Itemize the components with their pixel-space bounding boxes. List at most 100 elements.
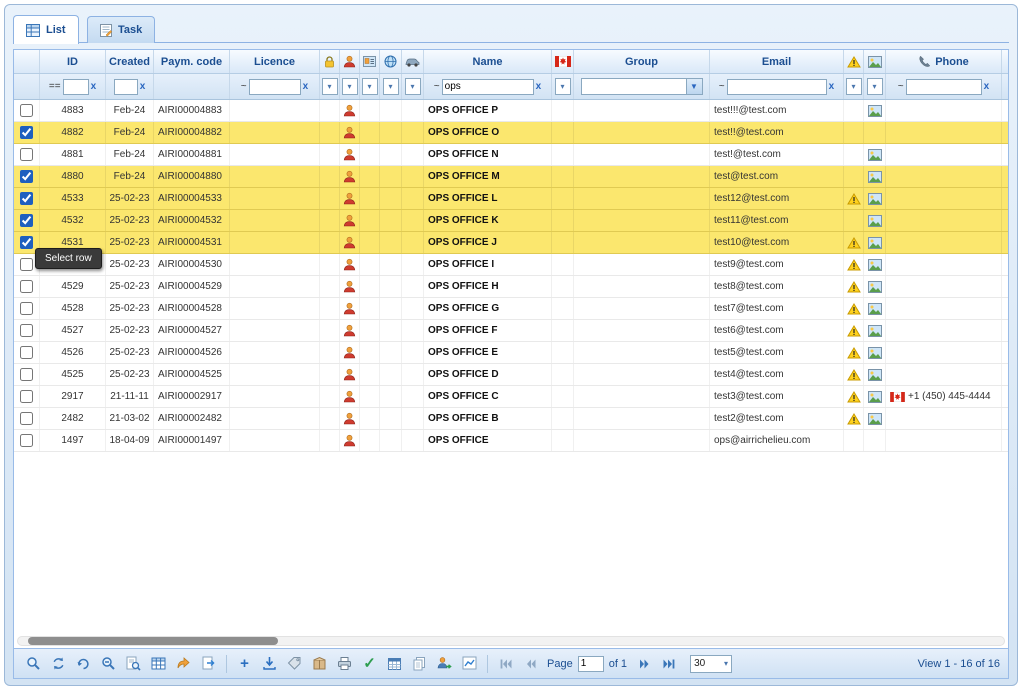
row-checkbox[interactable]	[20, 170, 33, 183]
row-checkbox[interactable]	[20, 302, 33, 315]
download-button[interactable]	[258, 652, 281, 675]
row-checkbox[interactable]	[20, 258, 33, 271]
header-globe-column[interactable]	[380, 50, 402, 73]
licence-filter-clear[interactable]: x	[303, 81, 309, 92]
table-row[interactable]: 2482 21-03-02 AIRI00002482 OPS OFFICE B …	[14, 408, 1008, 430]
table-row[interactable]: 4880 Feb-24 AIRI00004880 OPS OFFICE M te…	[14, 166, 1008, 188]
table-row[interactable]: 4532 25-02-23 AIRI00004532 OPS OFFICE K …	[14, 210, 1008, 232]
row-checkbox[interactable]	[20, 280, 33, 293]
prev-page-button[interactable]	[519, 652, 542, 675]
header-badge-column[interactable]	[360, 50, 380, 73]
group-filter-select[interactable]: ▼	[581, 78, 703, 95]
header-phone[interactable]: Phone	[886, 50, 1002, 73]
phone-filter-input[interactable]	[906, 79, 982, 95]
header-created[interactable]: Created	[106, 50, 154, 73]
row-checkbox[interactable]	[20, 346, 33, 359]
user-export-button[interactable]	[433, 652, 456, 675]
zoom-out-button[interactable]	[97, 652, 120, 675]
table-row[interactable]: 4528 25-02-23 AIRI00004528 OPS OFFICE G …	[14, 298, 1008, 320]
last-page-button[interactable]	[657, 652, 680, 675]
table-view-button[interactable]	[147, 652, 170, 675]
header-select-column[interactable]	[14, 50, 40, 73]
name-filter-input[interactable]	[442, 79, 534, 95]
row-checkbox[interactable]	[20, 324, 33, 337]
person-filter-select[interactable]: ▾	[342, 78, 358, 95]
row-checkbox[interactable]	[20, 390, 33, 403]
warning-filter-select[interactable]: ▾	[846, 78, 862, 95]
header-group[interactable]: Group	[574, 50, 710, 73]
lock-filter-select[interactable]: ▾	[322, 78, 338, 95]
table-row[interactable]: 4533 25-02-23 AIRI00004533 OPS OFFICE L …	[14, 188, 1008, 210]
header-person-column[interactable]	[340, 50, 360, 73]
flag-filter-select[interactable]: ▾	[555, 78, 571, 95]
row-checkbox[interactable]	[20, 214, 33, 227]
refresh-button[interactable]	[47, 652, 70, 675]
globe-filter-select[interactable]: ▾	[383, 78, 399, 95]
calendar-button[interactable]	[383, 652, 406, 675]
scrollbar-thumb[interactable]	[28, 637, 278, 645]
header-name[interactable]: Name	[424, 50, 552, 73]
header-car-column[interactable]	[402, 50, 424, 73]
id-filter-clear[interactable]: x	[91, 81, 97, 92]
licence-filter-input[interactable]	[249, 79, 301, 95]
header-email[interactable]: Email	[710, 50, 844, 73]
header-paym-code[interactable]: Paym. code	[154, 50, 230, 73]
header-id[interactable]: ID	[40, 50, 106, 73]
export-icon	[201, 656, 216, 671]
next-page-button[interactable]	[632, 652, 655, 675]
row-checkbox[interactable]	[20, 236, 33, 249]
phone-filter-clear[interactable]: x	[984, 81, 990, 92]
table-row[interactable]: 4526 25-02-23 AIRI00004526 OPS OFFICE E …	[14, 342, 1008, 364]
page-input[interactable]	[578, 656, 604, 672]
tag-button[interactable]	[283, 652, 306, 675]
header-licence[interactable]: Licence	[230, 50, 320, 73]
table-row[interactable]: 2917 21-11-11 AIRI00002917 OPS OFFICE C …	[14, 386, 1008, 408]
tab-list[interactable]: List	[13, 15, 79, 44]
chart-button[interactable]	[458, 652, 481, 675]
print-button[interactable]	[333, 652, 356, 675]
email-filter-input[interactable]	[727, 79, 827, 95]
dropdown-trigger[interactable]: ▼	[686, 79, 702, 94]
table-row[interactable]: 4881 Feb-24 AIRI00004881 OPS OFFICE N te…	[14, 144, 1008, 166]
table-row[interactable]: 4527 25-02-23 AIRI00004527 OPS OFFICE F …	[14, 320, 1008, 342]
email-filter-clear[interactable]: x	[829, 81, 835, 92]
header-photo-column[interactable]	[864, 50, 886, 73]
copy-button[interactable]	[408, 652, 431, 675]
table-row[interactable]: 4525 25-02-23 AIRI00004525 OPS OFFICE D …	[14, 364, 1008, 386]
table-row[interactable]: 4883 Feb-24 AIRI00004883 OPS OFFICE P te…	[14, 100, 1008, 122]
tab-task[interactable]: Task	[87, 16, 155, 43]
badge-filter-select[interactable]: ▾	[362, 78, 378, 95]
name-filter-clear[interactable]: x	[536, 81, 542, 92]
header-warning-column[interactable]	[844, 50, 864, 73]
redo-button[interactable]	[72, 652, 95, 675]
horizontal-scrollbar[interactable]	[17, 636, 1005, 646]
table-row[interactable]: 4530 25-02-23 AIRI00004530 OPS OFFICE I …	[14, 254, 1008, 276]
row-checkbox[interactable]	[20, 192, 33, 205]
id-filter-input[interactable]	[63, 79, 89, 95]
row-checkbox[interactable]	[20, 412, 33, 425]
table-row[interactable]: 1497 18-04-09 AIRI00001497 OPS OFFICE op…	[14, 430, 1008, 452]
add-button[interactable]: +	[233, 652, 256, 675]
row-checkbox[interactable]	[20, 126, 33, 139]
row-checkbox[interactable]	[20, 434, 33, 447]
table-row[interactable]: 4529 25-02-23 AIRI00004529 OPS OFFICE H …	[14, 276, 1008, 298]
created-filter-clear[interactable]: x	[140, 81, 146, 92]
row-checkbox[interactable]	[20, 148, 33, 161]
search-button[interactable]	[22, 652, 45, 675]
first-page-button[interactable]	[494, 652, 517, 675]
preview-button[interactable]	[122, 652, 145, 675]
share-button[interactable]	[172, 652, 195, 675]
confirm-button[interactable]: ✓	[358, 652, 381, 675]
package-button[interactable]	[308, 652, 331, 675]
header-lock-column[interactable]	[320, 50, 340, 73]
photo-filter-select[interactable]: ▾	[867, 78, 883, 95]
row-checkbox[interactable]	[20, 104, 33, 117]
export-button[interactable]	[197, 652, 220, 675]
created-filter-input[interactable]	[114, 79, 138, 95]
table-row[interactable]: 4882 Feb-24 AIRI00004882 OPS OFFICE O te…	[14, 122, 1008, 144]
row-checkbox[interactable]	[20, 368, 33, 381]
table-row[interactable]: 4531 25-02-23 AIRI00004531 OPS OFFICE J …	[14, 232, 1008, 254]
page-size-select[interactable]: 30▾	[690, 655, 732, 673]
car-filter-select[interactable]: ▾	[405, 78, 421, 95]
header-flag-column[interactable]	[552, 50, 574, 73]
